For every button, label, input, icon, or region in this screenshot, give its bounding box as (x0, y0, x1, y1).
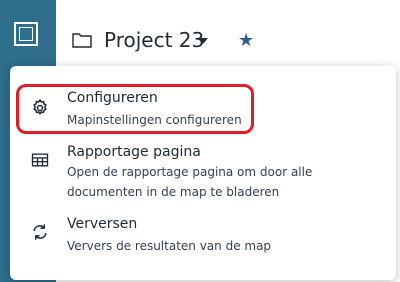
menu-item-title: Rapportage pagina (67, 144, 201, 160)
menu-item-rapportage-pagina[interactable]: Rapportage pagina Open de rapportage pag… (10, 142, 396, 206)
project-title[interactable]: Project 23 (104, 28, 204, 52)
folder-icon (72, 33, 92, 48)
table-icon (31, 153, 49, 167)
menu-item-verversen[interactable]: Verversen Ververs de resultaten van de m… (10, 212, 396, 260)
menu-item-description: Open de rapportage pagina om door alle d… (67, 165, 313, 199)
header: Project 23 ★ (56, 0, 400, 72)
menu-item-title: Verversen (67, 216, 138, 232)
app-icon[interactable] (14, 22, 38, 46)
context-menu: Configureren Mapinstellingen configurere… (10, 66, 396, 280)
star-icon[interactable]: ★ (238, 30, 254, 51)
refresh-icon (33, 224, 47, 240)
menu-item-description: Ververs de resultaten van de map (67, 239, 272, 253)
chevron-down-icon[interactable] (198, 38, 208, 44)
highlight-box (16, 84, 254, 134)
